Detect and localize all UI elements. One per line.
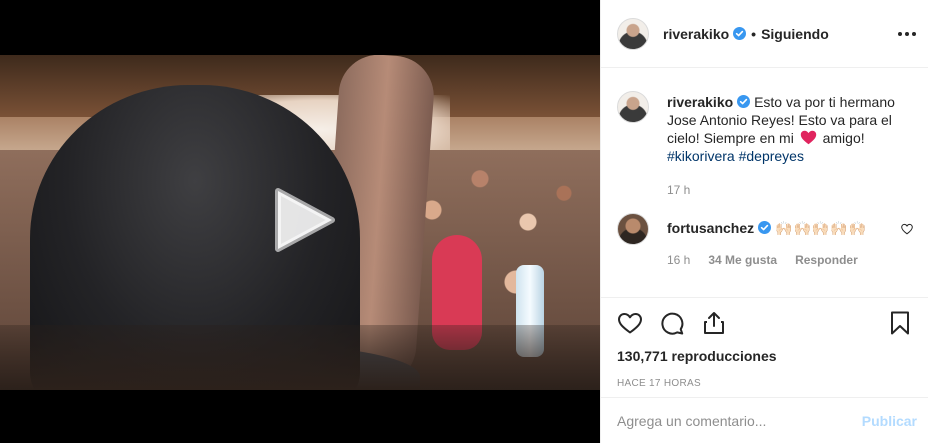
play-icon[interactable] [272, 187, 336, 253]
post-actions: 130,771 reproducciones HACE 17 HORAS [601, 297, 928, 397]
post-time-ago[interactable]: HACE 17 HORAS [617, 378, 913, 389]
more-options-icon[interactable] [895, 22, 919, 46]
red-heart-emoji-icon [800, 130, 817, 145]
post-media [0, 0, 600, 443]
avatar[interactable] [617, 91, 649, 123]
comment-meta: 16 h 34 Me gusta Responder [667, 251, 913, 269]
verified-icon [737, 95, 751, 108]
following-button[interactable]: Siguiendo [761, 26, 829, 42]
separator-dot: • [751, 25, 757, 42]
caption-body: riverakiko Esto va por ti hermano Jose A… [667, 91, 913, 199]
heart-outline-icon[interactable] [901, 223, 913, 235]
comment-author[interactable]: fortusanchez [667, 220, 754, 236]
comments-section: riverakiko Esto va por ti hermano Jose A… [601, 69, 928, 297]
avatar[interactable] [617, 17, 649, 50]
post-side-panel: riverakiko • Siguiendo riverakiko Esto v… [600, 0, 928, 443]
caption: riverakiko Esto va por ti hermano Jose A… [617, 91, 913, 199]
author-username[interactable]: riverakiko [663, 26, 729, 42]
caption-author[interactable]: riverakiko [667, 94, 733, 110]
comment-body: fortusanchez 🙌🏻🙌🏻🙌🏻🙌🏻🙌🏻 16 h 34 Me gusta… [667, 213, 913, 269]
view-count-label: reproducciones [671, 348, 777, 364]
comment-input[interactable] [617, 412, 862, 429]
like-icon[interactable] [617, 310, 643, 336]
header-user: riverakiko • Siguiendo [663, 26, 829, 42]
caption-timestamp[interactable]: 17 h [667, 181, 690, 199]
hashtag-link[interactable]: #depreyes [739, 148, 804, 164]
post-header: riverakiko • Siguiendo [601, 0, 928, 68]
reply-button[interactable]: Responder [795, 251, 858, 269]
add-comment-bar: Publicar [601, 397, 928, 443]
avatar[interactable] [617, 213, 649, 245]
save-icon[interactable] [887, 310, 913, 336]
hashtag-link[interactable]: #kikorivera [667, 148, 735, 164]
video-frame-dj-deck [0, 325, 600, 390]
verified-icon [733, 27, 747, 40]
caption-text-end: amigo! [822, 130, 865, 146]
caption-meta: 17 h [667, 181, 913, 199]
comment-text: 🙌🏻🙌🏻🙌🏻🙌🏻🙌🏻 [775, 220, 868, 236]
publish-button[interactable]: Publicar [862, 413, 917, 429]
comment-likes[interactable]: 34 Me gusta [708, 251, 777, 269]
share-icon[interactable] [701, 310, 727, 336]
verified-icon [758, 221, 772, 234]
action-icons [617, 298, 913, 348]
view-count[interactable]: 130,771 reproducciones [617, 348, 913, 364]
comment-item: fortusanchez 🙌🏻🙌🏻🙌🏻🙌🏻🙌🏻 16 h 34 Me gusta… [617, 213, 913, 269]
comment-icon[interactable] [659, 310, 685, 336]
view-count-number: 130,771 [617, 348, 668, 364]
comment-timestamp[interactable]: 16 h [667, 251, 690, 269]
